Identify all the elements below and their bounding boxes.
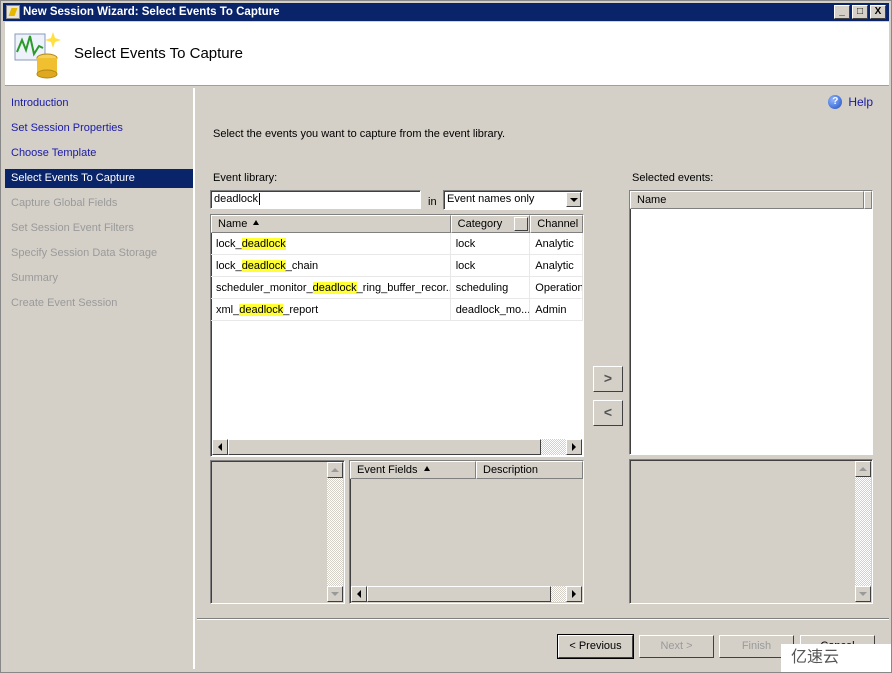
remove-event-button[interactable]: <	[593, 400, 623, 426]
event-library-label: Event library:	[213, 172, 278, 184]
step-capture-global-fields: Capture Global Fields	[11, 197, 118, 209]
selected-event-details-panel	[629, 459, 873, 604]
wizard-window: New Session Wizard: Select Events To Cap…	[0, 0, 892, 673]
maximize-button[interactable]: □	[852, 5, 868, 19]
instruction-text: Select the events you want to capture fr…	[213, 128, 506, 140]
event-description-panel	[210, 460, 345, 604]
step-select-events[interactable]: Select Events To Capture	[5, 169, 193, 188]
sort-ascending-icon	[253, 217, 260, 225]
selected-events-label: Selected events:	[632, 172, 714, 184]
scroll-right-button[interactable]	[566, 586, 582, 602]
dropdown-arrow-icon[interactable]	[566, 192, 581, 207]
column-channel[interactable]: Channel	[530, 215, 583, 233]
scroll-left-button[interactable]	[212, 439, 228, 455]
details-vscrollbar[interactable]	[855, 461, 871, 602]
previous-button[interactable]: < Previous	[557, 634, 634, 659]
help-label: Help	[848, 95, 873, 109]
column-event-fields[interactable]: Event Fields	[350, 461, 476, 479]
wizard-steps: Introduction Set Session Properties Choo…	[5, 88, 195, 669]
page-title: Select Events To Capture	[74, 45, 243, 62]
scroll-right-button[interactable]	[566, 439, 582, 455]
next-button[interactable]: Next >	[639, 635, 714, 658]
table-row[interactable]: lock_deadlock lock Analytic	[211, 233, 583, 255]
scroll-up-button[interactable]	[855, 461, 871, 477]
column-description[interactable]: Description	[476, 461, 583, 479]
scroll-left-button[interactable]	[351, 586, 367, 602]
event-search-input[interactable]: deadlock	[210, 190, 421, 209]
main-content: ? Help Select the events you want to cap…	[197, 88, 889, 669]
description-vscrollbar[interactable]	[327, 462, 343, 602]
search-scope-value: Event names only	[447, 193, 535, 205]
selected-events-list: Name	[629, 190, 873, 455]
table-row[interactable]: lock_deadlock_chain lock Analytic	[211, 255, 583, 277]
sort-ascending-icon	[423, 463, 430, 471]
table-row[interactable]: scheduler_monitor_deadlock_ring_buffer_r…	[211, 277, 583, 299]
event-session-icon	[14, 32, 61, 79]
step-choose-template[interactable]: Choose Template	[5, 144, 193, 163]
event-fields-list: Event Fields Description	[349, 460, 584, 604]
minimize-button[interactable]: _	[834, 5, 850, 19]
step-data-storage: Specify Session Data Storage	[11, 247, 158, 259]
column-name[interactable]: Name	[211, 215, 451, 233]
footer-divider	[197, 618, 889, 620]
window-title: New Session Wizard: Select Events To Cap…	[23, 6, 280, 18]
step-set-event-filters: Set Session Event Filters	[11, 222, 134, 234]
app-icon	[6, 5, 20, 19]
selected-column-name[interactable]: Name	[630, 191, 864, 209]
scroll-thumb[interactable]	[228, 439, 541, 455]
help-icon: ?	[828, 95, 843, 109]
scroll-up-button[interactable]	[327, 462, 343, 478]
add-event-button[interactable]: >	[593, 366, 623, 392]
step-create-session: Create Event Session	[11, 297, 118, 309]
scroll-down-button[interactable]	[855, 586, 871, 602]
scroll-thumb[interactable]	[367, 586, 551, 602]
wizard-header: Select Events To Capture	[5, 22, 889, 86]
table-row[interactable]: xml_deadlock_report deadlock_mo... Admin	[211, 299, 583, 321]
help-link[interactable]: ? Help	[828, 95, 873, 109]
fields-hscrollbar[interactable]	[351, 586, 582, 602]
in-label: in	[428, 196, 437, 208]
step-set-session-properties[interactable]: Set Session Properties	[5, 119, 193, 138]
scroll-down-button[interactable]	[327, 586, 343, 602]
step-summary: Summary	[11, 272, 59, 284]
watermark-logo: 亿速云	[781, 644, 891, 672]
library-hscrollbar[interactable]	[212, 439, 582, 455]
close-button[interactable]: X	[870, 5, 886, 19]
event-library-list: Name Category Channel lock_deadlock lock…	[210, 214, 584, 457]
step-introduction[interactable]: Introduction	[5, 94, 193, 113]
column-category[interactable]: Category	[450, 215, 531, 233]
title-bar: New Session Wizard: Select Events To Cap…	[3, 3, 889, 21]
filter-dropdown-icon[interactable]	[514, 217, 529, 231]
search-scope-select[interactable]: Event names only	[443, 190, 583, 210]
